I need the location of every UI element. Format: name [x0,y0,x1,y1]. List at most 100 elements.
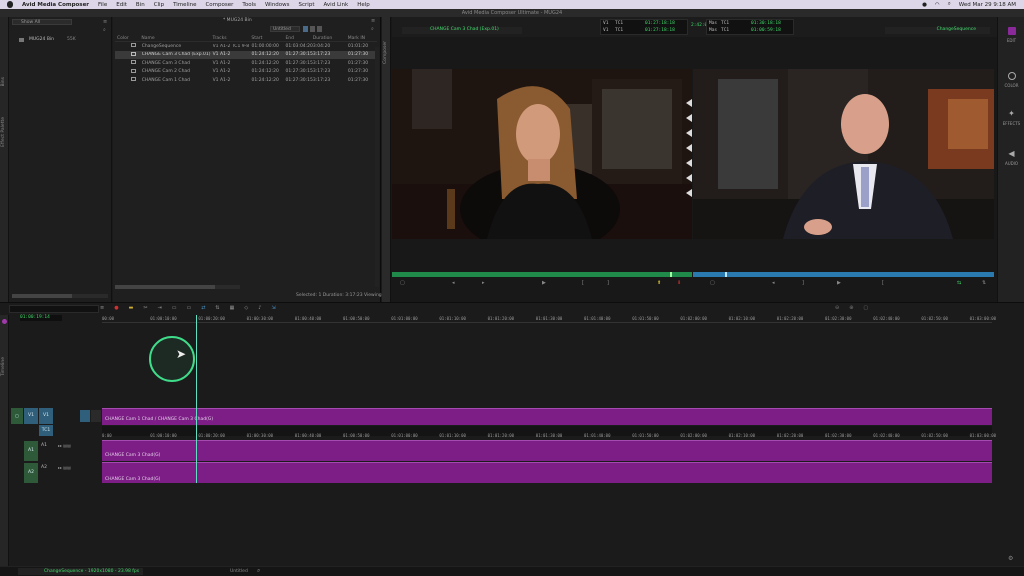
timeline-playhead[interactable] [196,315,197,483]
record-play-button[interactable]: ▶ [837,280,841,286]
search-icon[interactable]: ⌕ [948,1,951,8]
track-v1-lock[interactable] [80,410,90,422]
bin-menu-icon[interactable]: ≡ [371,18,375,24]
table-row[interactable]: CHANGE Cam 2 Chad V1 A1-2 01:24:12:20 01… [115,68,377,77]
wifi-icon[interactable]: ◠ [935,2,940,8]
timeline-ruler[interactable]: 00:00 01:00:10:00 01:00:20:00 01:00:30:00 01… [102,315,996,323]
source-v1-patch[interactable]: ▢ [11,408,23,424]
apple-icon[interactable] [7,1,13,8]
bin-scrollbar[interactable] [115,285,240,289]
track-v1-sync[interactable] [91,410,101,422]
track-a1-selector[interactable]: A1 [24,441,38,461]
timeline-timecode[interactable]: 01:00:19:14 [20,315,62,321]
workspace-label[interactable]: Untitled [230,568,248,575]
menu-edit[interactable]: Edit [116,2,127,8]
bin-search-icon[interactable]: ⌕ [371,26,374,32]
col-tracks[interactable]: Tracks [212,36,251,41]
link-icon[interactable]: ⇄ [201,305,205,313]
record-clip-menu[interactable]: ChangeSequence [885,27,990,34]
timeline-clip-a1[interactable]: CHANGE Cam 3 Chad(G) [102,440,992,461]
project-scrollbar[interactable] [12,294,108,298]
record-mark-out-icon[interactable]: ] [802,280,804,286]
color-tool[interactable]: COLOR [998,72,1024,88]
audio-icon[interactable]: ♪ [258,305,261,313]
menu-tools[interactable]: Tools [242,2,256,8]
timeline-clip-v1[interactable]: CHANGE Cam 1 Chad / CHANGE Cam 3 Chad(G) [102,408,992,425]
status-icon[interactable]: ● [922,2,927,8]
source-play-button[interactable]: ▶ [542,280,546,286]
zoom-out-icon[interactable]: ⊖ [835,305,839,313]
menu-icon[interactable]: ≡ [100,305,104,313]
menu-file[interactable]: File [98,2,107,8]
source-timecode-display[interactable]: V1 TC1 01:27:18:18 V1 TC1 01:27:18:18 [600,19,688,35]
sequence-format[interactable]: ChangeSequence - 1920x1080 - 23.98 fps [18,568,143,575]
source-play-icon[interactable]: ▸ [482,280,485,286]
trim-icon[interactable]: ✂ [143,305,147,313]
record-position-bar[interactable] [693,272,994,277]
list-view-icon[interactable] [303,26,308,32]
col-mark-in[interactable]: Mark IN [348,36,377,41]
lift-icon[interactable]: ▭ [172,305,177,313]
col-duration[interactable]: Duration [313,36,348,41]
source-position-indicator[interactable] [670,272,672,277]
clip-icon[interactable]: ▦ [230,305,235,313]
lift-icon[interactable]: ⇆ [957,280,961,286]
extract-icon[interactable]: ▭ [186,305,191,313]
menu-help[interactable]: Help [357,2,370,8]
timeline-search-field[interactable] [9,305,99,313]
table-row[interactable]: CHANGE Cam 3 Chad (Exp.01) V1 A1-2 01:24… [115,50,377,59]
search-icon[interactable]: ⌕ [103,27,110,33]
composer-tab[interactable]: Composer [383,41,388,64]
table-row[interactable]: CHANGE Cam 1 Chad V1 A1-2 01:24:12:20 01… [115,76,377,85]
menu-bin[interactable]: Bin [136,2,145,8]
bin-view-select[interactable]: Untitled [270,26,300,32]
fit-icon[interactable]: ▢ [863,305,868,313]
sync-icon[interactable]: ⇅ [215,305,219,313]
segment-icon[interactable]: ⇥ [158,305,162,313]
source-monitor[interactable] [392,69,692,239]
timeline-clip-a2[interactable]: CHANGE Cam 3 Chad(G) [102,462,992,483]
frame-view-icon[interactable] [310,26,315,32]
dock-tab-bins[interactable]: Bins [1,77,6,87]
snap-icon[interactable]: ⇲ [271,305,275,313]
table-row[interactable]: ChangeSequence V1 A1-2 TC1 9-8 7C1 01:00… [115,42,377,51]
track-v1-selector[interactable]: V1 [39,408,53,424]
source-clip-menu[interactable]: CHANGE Cam 3 Chad (Exp.01) [402,27,522,34]
zoom-in-icon[interactable]: ⊕ [849,305,853,313]
table-row[interactable]: CHANGE Cam 3 Chad V1 A1-2 01:24:12:20 01… [115,59,377,68]
menu-timeline[interactable]: Timeline [173,2,196,8]
audio-tool[interactable]: ◀ AUDIO [998,150,1024,167]
settings-icon[interactable]: ⚙ [1008,555,1013,562]
extract-icon[interactable]: ⇅ [982,280,986,286]
record-step-back-icon[interactable]: ◂ [772,280,775,286]
splice-in-icon[interactable]: ⬆ [657,280,661,286]
record-icon[interactable]: ● [114,305,118,313]
overwrite-icon[interactable]: ⬇ [677,280,681,286]
search-icon[interactable]: ⌕ [257,567,260,575]
track-a2-controls[interactable]: ▸▸ ▤▤ [58,465,86,481]
folder-icon[interactable]: ▬ [129,305,134,313]
track-a1-controls[interactable]: ▸▸ ▤▤ [58,443,86,459]
col-color[interactable]: Color [115,36,141,41]
source-step-back-icon[interactable]: ◂ [452,280,455,286]
menu-composer[interactable]: Composer [205,2,233,8]
track-tc1[interactable]: TC1 [39,425,53,436]
col-end[interactable]: End [285,36,312,41]
script-view-icon[interactable] [317,26,322,32]
marker-icon[interactable]: ◇ [244,305,248,313]
menu-icon[interactable]: ≡ [103,19,110,25]
bin-vscrollbar[interactable] [375,47,379,287]
source-position-bar[interactable] [392,272,692,277]
record-monitor[interactable] [693,69,994,239]
record-mark-in-button[interactable]: [ [882,280,884,286]
menu-script[interactable]: Script [299,2,315,8]
col-name[interactable]: Name [141,36,212,41]
dock-tab-effect-palette[interactable]: Effect Palette [1,117,6,147]
source-mark-in-button[interactable]: [ [582,280,584,286]
menu-app-name[interactable]: Avid Media Composer [22,2,89,8]
source-mark-out-button[interactable]: ] [607,280,609,286]
col-start[interactable]: Start [251,36,285,41]
project-bin-name[interactable]: MUG24 Bin [29,37,54,42]
record-mark-icon[interactable]: ▢ [710,280,715,286]
track-a2-selector[interactable]: A2 [24,463,38,483]
